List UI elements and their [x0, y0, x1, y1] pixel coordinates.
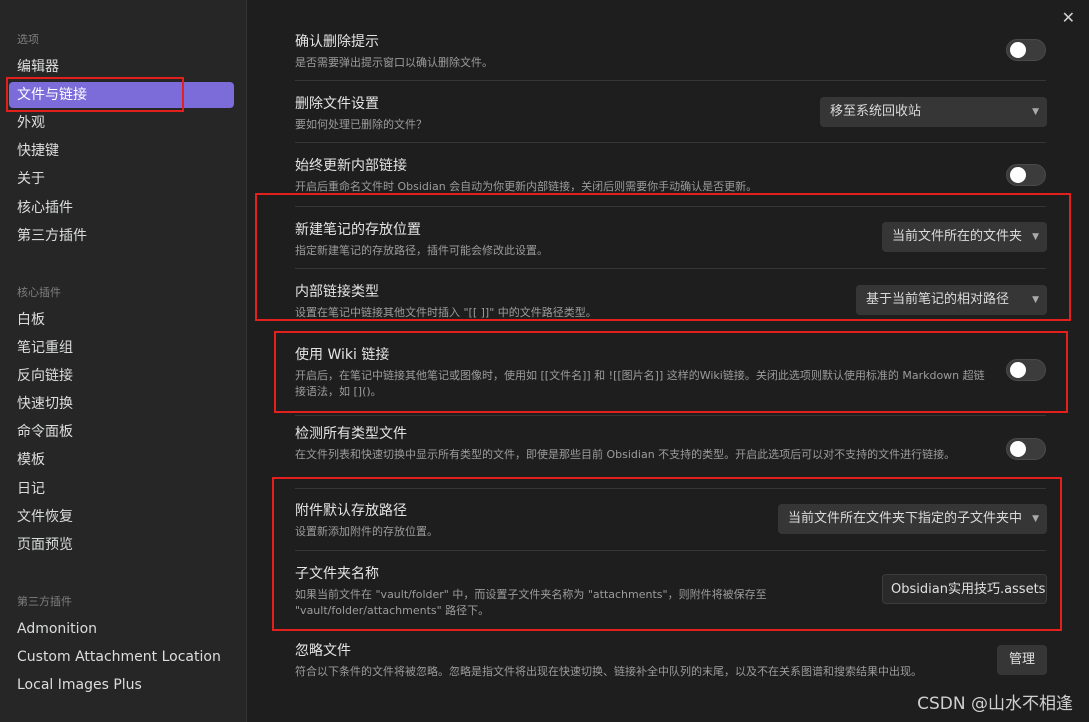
chevron-down-icon: ▼	[1032, 295, 1039, 305]
select-value: 当前文件所在的文件夹	[892, 229, 1023, 244]
divider	[295, 331, 1046, 332]
settings-content: ✕ 确认删除提示 是否需要弹出提示窗口以确认删除文件。 删除文件设置 要如何处理…	[247, 0, 1089, 722]
setting-auto-update-links: 始终更新内部链接 开启后重命名文件时 Obsidian 会自动为你更新内部链接，…	[295, 155, 1046, 195]
sidebar-heading-options: 选项	[17, 33, 39, 46]
setting-desc: 开启后重命名文件时 Obsidian 会自动为你更新内部链接，关闭后则需要你手动…	[295, 180, 758, 193]
sidebar-item-quick-switcher[interactable]: 快速切换	[9, 391, 234, 417]
chevron-down-icon: ▼	[1032, 232, 1039, 242]
setting-desc: 开启后，在笔记中链接其他笔记或图像时，使用如 [[文件名]] 和 ![[图片名]…	[295, 369, 985, 398]
sidebar-item-editor[interactable]: 编辑器	[9, 54, 234, 80]
divider	[295, 142, 1046, 143]
divider	[295, 80, 1046, 81]
select-value: 移至系统回收站	[830, 104, 922, 119]
divider	[295, 415, 1046, 416]
setting-desc: 符合以下条件的文件将被忽略。忽略是指文件将出现在快速切换、链接补全中队列的末尾，…	[295, 665, 922, 678]
setting-desc: 是否需要弹出提示窗口以确认删除文件。	[295, 56, 493, 69]
sidebar-item-custom-attachment-location[interactable]: Custom Attachment Location	[9, 644, 234, 670]
sidebar-heading-core: 核心插件	[17, 286, 61, 299]
chevron-down-icon: ▼	[1032, 107, 1039, 117]
setting-confirm-delete: 确认删除提示 是否需要弹出提示窗口以确认删除文件。	[295, 31, 1046, 71]
manage-button[interactable]: 管理	[997, 645, 1048, 675]
divider	[295, 206, 1046, 207]
wiki-links-toggle[interactable]	[1006, 359, 1046, 381]
setting-title: 忽略文件	[295, 643, 351, 659]
sidebar-item-community-plugins[interactable]: 第三方插件	[9, 223, 234, 249]
sidebar-item-hotkeys[interactable]: 快捷键	[9, 138, 234, 164]
sidebar-item-file-recovery[interactable]: 文件恢复	[9, 504, 234, 530]
sidebar-item-templates[interactable]: 模板	[9, 447, 234, 473]
sidebar-item-backlinks[interactable]: 反向链接	[9, 363, 234, 389]
setting-excluded-files: 忽略文件 符合以下条件的文件将被忽略。忽略是指文件将出现在快速切换、链接补全中队…	[295, 640, 995, 680]
sidebar-item-canvas[interactable]: 白板	[9, 307, 234, 333]
chevron-down-icon: ▼	[1032, 514, 1039, 524]
sidebar-item-daily-notes[interactable]: 日记	[9, 476, 234, 502]
setting-detect-all-files: 检测所有类型文件 在文件列表和快速切换中显示所有类型的文件，即使是那些目前 Ob…	[295, 423, 995, 463]
new-note-location-select[interactable]: 当前文件所在的文件夹 ▼	[882, 222, 1047, 252]
sidebar-item-appearance[interactable]: 外观	[9, 110, 234, 136]
divider	[295, 268, 1046, 269]
sidebar-item-local-images-plus[interactable]: Local Images Plus	[9, 672, 234, 698]
setting-desc: 在文件列表和快速切换中显示所有类型的文件，即使是那些目前 Obsidian 不支…	[295, 448, 956, 461]
sidebar-item-files-links[interactable]: 文件与链接	[9, 82, 234, 108]
sidebar-item-note-composer[interactable]: 笔记重组	[9, 335, 234, 361]
auto-update-links-toggle[interactable]	[1006, 164, 1046, 186]
confirm-delete-toggle[interactable]	[1006, 39, 1046, 61]
sidebar-item-core-plugins[interactable]: 核心插件	[9, 195, 234, 221]
sidebar-item-about[interactable]: 关于	[9, 166, 234, 192]
setting-desc: 如果当前文件在 "vault/folder" 中，而设置子文件夹名称为 "att…	[295, 588, 767, 617]
detect-all-files-toggle[interactable]	[1006, 438, 1046, 460]
sidebar-item-page-preview[interactable]: 页面预览	[9, 532, 234, 558]
link-format-select[interactable]: 基于当前笔记的相对路径 ▼	[856, 285, 1047, 315]
close-icon[interactable]: ✕	[1062, 8, 1075, 27]
setting-title: 检测所有类型文件	[295, 426, 407, 442]
select-value: 基于当前笔记的相对路径	[866, 292, 1010, 307]
sidebar-heading-third-party: 第三方插件	[17, 595, 72, 608]
setting-wiki-links: 使用 Wiki 链接 开启后，在笔记中链接其他笔记或图像时，使用如 [[文件名]…	[295, 344, 985, 400]
divider	[295, 488, 1046, 489]
setting-title: 子文件夹名称	[295, 566, 379, 582]
divider	[295, 630, 1046, 631]
select-value: 当前文件所在文件夹下指定的子文件夹中	[788, 511, 1023, 526]
setting-subfolder-name: 子文件夹名称 如果当前文件在 "vault/folder" 中，而设置子文件夹名…	[295, 563, 815, 619]
subfolder-name-input[interactable]: Obsidian实用技巧.assets	[882, 574, 1047, 604]
sidebar-item-command-palette[interactable]: 命令面板	[9, 419, 234, 445]
watermark: CSDN @山水不相逢	[917, 694, 1073, 714]
attachment-location-select[interactable]: 当前文件所在文件夹下指定的子文件夹中 ▼	[778, 504, 1047, 534]
divider	[295, 550, 1046, 551]
settings-sidebar: 选项 编辑器 文件与链接 外观 快捷键 关于 核心插件 第三方插件 核心插件 白…	[0, 0, 247, 722]
setting-title: 使用 Wiki 链接	[295, 347, 390, 363]
sidebar-item-admonition[interactable]: Admonition	[9, 616, 234, 642]
setting-title: 始终更新内部链接	[295, 158, 407, 174]
setting-title: 确认删除提示	[295, 34, 379, 50]
deleted-files-select[interactable]: 移至系统回收站 ▼	[820, 97, 1047, 127]
